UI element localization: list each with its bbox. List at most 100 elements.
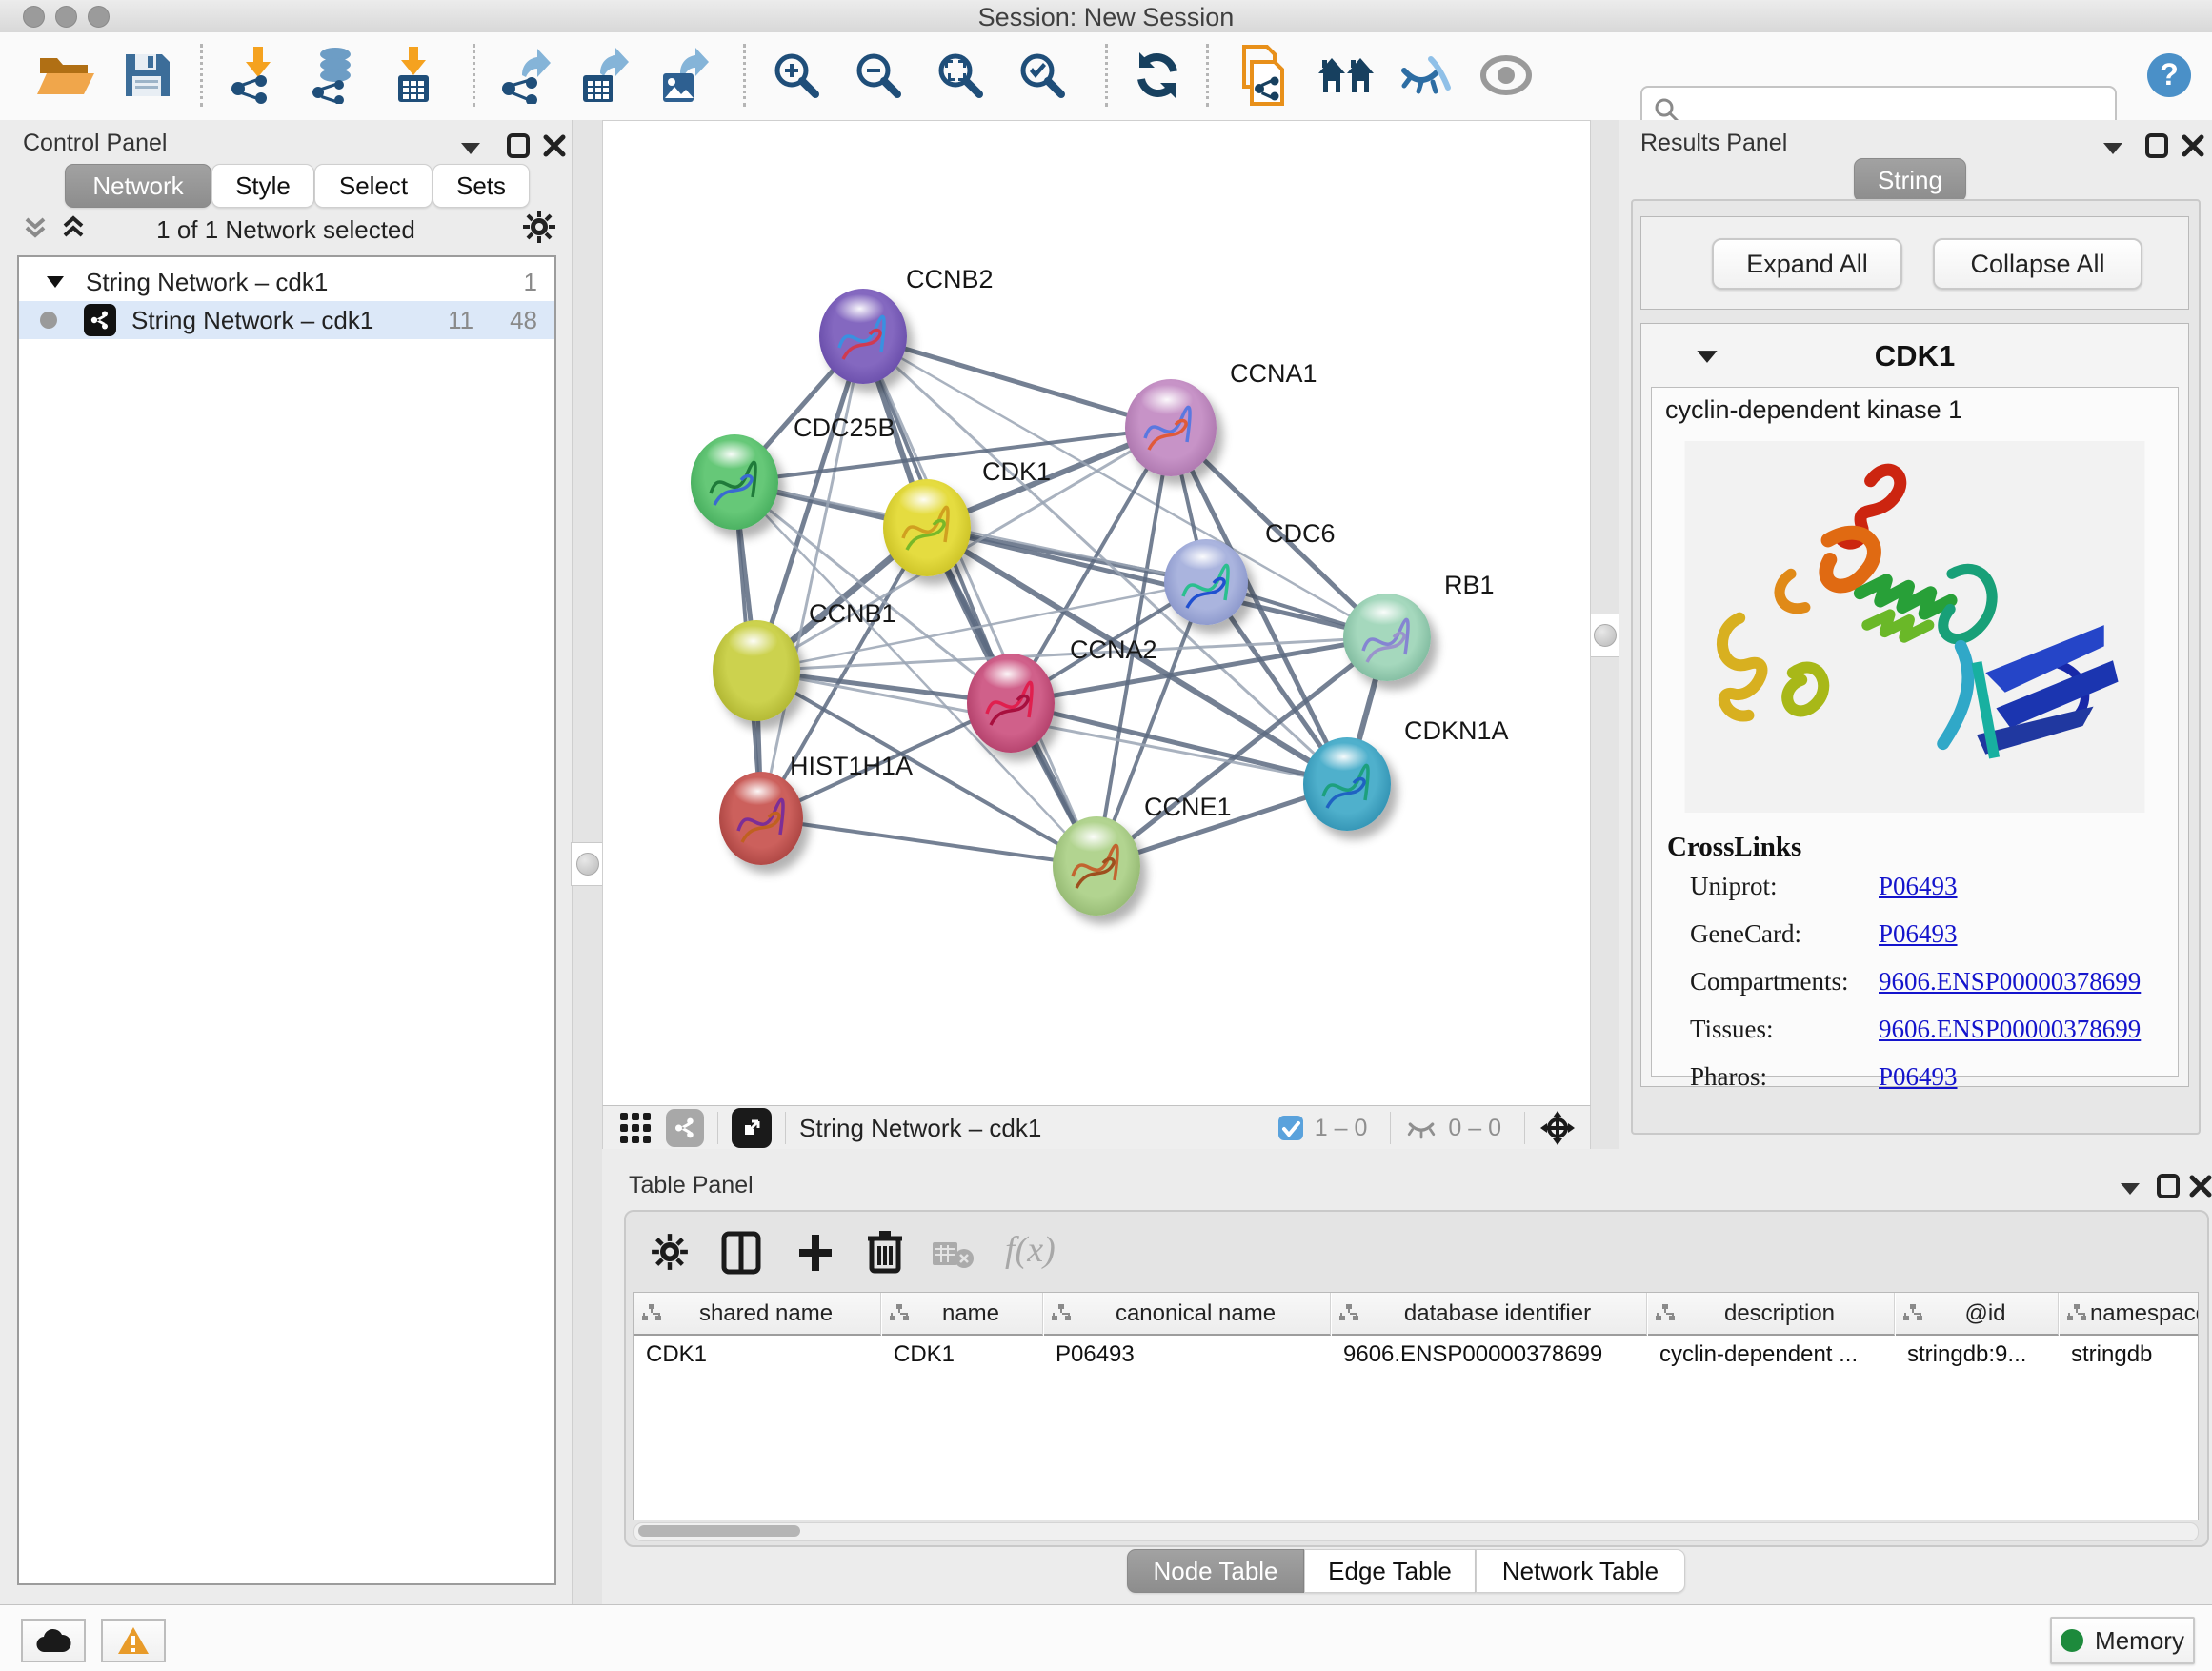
network-node-ccnb2[interactable]	[819, 289, 907, 384]
open-folder-icon[interactable]	[36, 46, 95, 105]
network-collection-row[interactable]: String Network – cdk1 1	[19, 263, 554, 301]
birds-eye-icon[interactable]	[1538, 1109, 1577, 1147]
table-cell[interactable]: CDK1	[882, 1336, 1042, 1374]
panel-close-icon[interactable]	[2189, 1174, 2212, 1198]
table-gear-icon[interactable]	[651, 1233, 689, 1271]
tab-node-table[interactable]: Node Table	[1127, 1549, 1304, 1593]
home-networks-icon[interactable]	[1317, 46, 1376, 105]
warning-button[interactable]	[101, 1619, 166, 1662]
import-database-icon[interactable]	[307, 46, 364, 105]
table-hscrollbar[interactable]	[633, 1522, 2199, 1541]
column-header-name[interactable]: name	[882, 1293, 1043, 1336]
cloud-button[interactable]	[21, 1619, 86, 1662]
add-column-icon[interactable]	[795, 1231, 835, 1275]
open-in-window-icon[interactable]	[732, 1108, 772, 1148]
tab-edge-table[interactable]: Edge Table	[1304, 1549, 1476, 1593]
expand-all-button[interactable]: Expand All	[1712, 238, 1902, 290]
tab-network[interactable]: Network	[65, 164, 211, 208]
network-node-cdc25b[interactable]	[691, 434, 778, 530]
save-session-icon[interactable]	[122, 46, 171, 105]
zoom-out-icon[interactable]	[852, 46, 905, 105]
panel-float-icon[interactable]	[2145, 133, 2168, 158]
column-header-shared-name[interactable]: shared name	[634, 1293, 881, 1336]
network-canvas[interactable]: CCNB2CCNA1CDC25BCDK1CDC6RB1CCNB1CCNA2CDK…	[602, 120, 1591, 1107]
function-builder-icon[interactable]: f(x)	[1005, 1229, 1056, 1271]
crosslink-value[interactable]: P06493	[1879, 872, 1958, 901]
selected-checkbox-icon[interactable]	[1277, 1114, 1305, 1142]
column-header--id[interactable]: @id	[1896, 1293, 2059, 1336]
import-table-icon[interactable]	[391, 46, 436, 105]
show-columns-icon[interactable]	[721, 1231, 761, 1275]
network-node-cdk1[interactable]	[883, 479, 971, 576]
crosslink-label: Tissues:	[1690, 1015, 1879, 1044]
memory-button[interactable]: Memory	[2050, 1617, 2195, 1664]
table-cell[interactable]: stringdb	[2060, 1336, 2199, 1374]
network-node-hist1h1a[interactable]	[719, 772, 803, 865]
table-cell[interactable]: stringdb:9...	[1896, 1336, 2058, 1374]
copy-network-icon[interactable]	[1237, 46, 1292, 105]
zoom-in-icon[interactable]	[770, 46, 823, 105]
crosslink-value[interactable]: 9606.ENSP00000378699	[1879, 1015, 2141, 1044]
table-cell[interactable]: 9606.ENSP00000378699	[1332, 1336, 1646, 1374]
network-node-ccna2[interactable]	[967, 654, 1055, 753]
hide-panel-icon[interactable]	[1398, 46, 1454, 105]
panel-float-icon[interactable]	[507, 133, 530, 158]
export-network-icon[interactable]	[499, 46, 553, 105]
network-node-ccnb1[interactable]	[713, 620, 800, 721]
zoom-fit-icon[interactable]	[934, 46, 987, 105]
toolbar-separator	[1206, 44, 1209, 107]
table-hscrollbar-thumb[interactable]	[638, 1525, 800, 1537]
delete-table-icon[interactable]	[933, 1240, 975, 1269]
panel-float-icon[interactable]	[2157, 1174, 2180, 1198]
tree-expanded-icon[interactable]	[46, 275, 65, 289]
network-node-cdc6[interactable]	[1164, 539, 1248, 625]
export-table-icon[interactable]	[577, 46, 631, 105]
network-node-cdkn1a[interactable]	[1303, 737, 1391, 831]
refresh-icon[interactable]	[1132, 46, 1183, 105]
network-node-ccna1[interactable]	[1125, 379, 1217, 476]
collapse-all-button[interactable]: Collapse All	[1933, 238, 2142, 290]
tab-sets[interactable]: Sets	[432, 164, 530, 208]
network-row-selected[interactable]: String Network – cdk1 11 48	[19, 301, 554, 339]
panel-collapse-icon[interactable]	[2101, 141, 2124, 156]
delete-column-icon[interactable]	[866, 1229, 904, 1275]
tab-network-table[interactable]: Network Table	[1476, 1549, 1685, 1593]
panel-close-icon[interactable]	[543, 133, 566, 158]
warning-icon	[117, 1626, 150, 1655]
panel-collapse-icon[interactable]	[2119, 1181, 2142, 1197]
column-header-description[interactable]: description	[1648, 1293, 1895, 1336]
help-icon[interactable]: ?	[2145, 46, 2193, 105]
network-node-rb1[interactable]	[1343, 594, 1431, 681]
right-splitter-handle[interactable]	[1588, 614, 1622, 657]
crosslink-value[interactable]: P06493	[1879, 1062, 1958, 1092]
grid-view-icon[interactable]	[618, 1111, 653, 1145]
panel-close-icon[interactable]	[2182, 133, 2204, 158]
node-label-cdc6: CDC6	[1265, 519, 1336, 549]
tab-style[interactable]: Style	[211, 164, 314, 208]
crosslink-value[interactable]: 9606.ENSP00000378699	[1879, 967, 2141, 997]
node-table[interactable]: shared nameCDK1nameCDK1canonical nameP06…	[633, 1292, 2199, 1520]
export-image-icon[interactable]	[657, 46, 711, 105]
tab-string[interactable]: String	[1854, 158, 1966, 202]
tab-edge-table-label: Edge Table	[1328, 1557, 1452, 1586]
column-header-canonical-name[interactable]: canonical name	[1044, 1293, 1331, 1336]
tab-network-label: Network	[92, 171, 183, 201]
column-header-namespace[interactable]: namespace	[2060, 1293, 2199, 1336]
crosslink-value[interactable]: P06493	[1879, 919, 1958, 949]
zoom-selected-icon[interactable]	[1016, 46, 1069, 105]
left-splitter-handle[interactable]	[571, 842, 605, 886]
table-cell[interactable]: P06493	[1044, 1336, 1330, 1374]
network-badge-icon[interactable]	[666, 1109, 704, 1147]
collapse-all-label: Collapse All	[1970, 250, 2104, 279]
column-header-database-identifier[interactable]: database identifier	[1332, 1293, 1647, 1336]
network-node-ccne1[interactable]	[1053, 816, 1140, 916]
collection-count: 1	[524, 268, 537, 297]
gear-icon[interactable]	[522, 210, 556, 244]
show-panel-icon[interactable]	[1478, 46, 1534, 105]
panel-collapse-icon[interactable]	[459, 141, 482, 156]
tab-string-label: String	[1878, 166, 1942, 195]
import-network-icon[interactable]	[229, 46, 282, 105]
tab-select[interactable]: Select	[314, 164, 432, 208]
table-cell[interactable]: CDK1	[634, 1336, 880, 1374]
table-cell[interactable]: cyclin-dependent ...	[1648, 1336, 1894, 1374]
